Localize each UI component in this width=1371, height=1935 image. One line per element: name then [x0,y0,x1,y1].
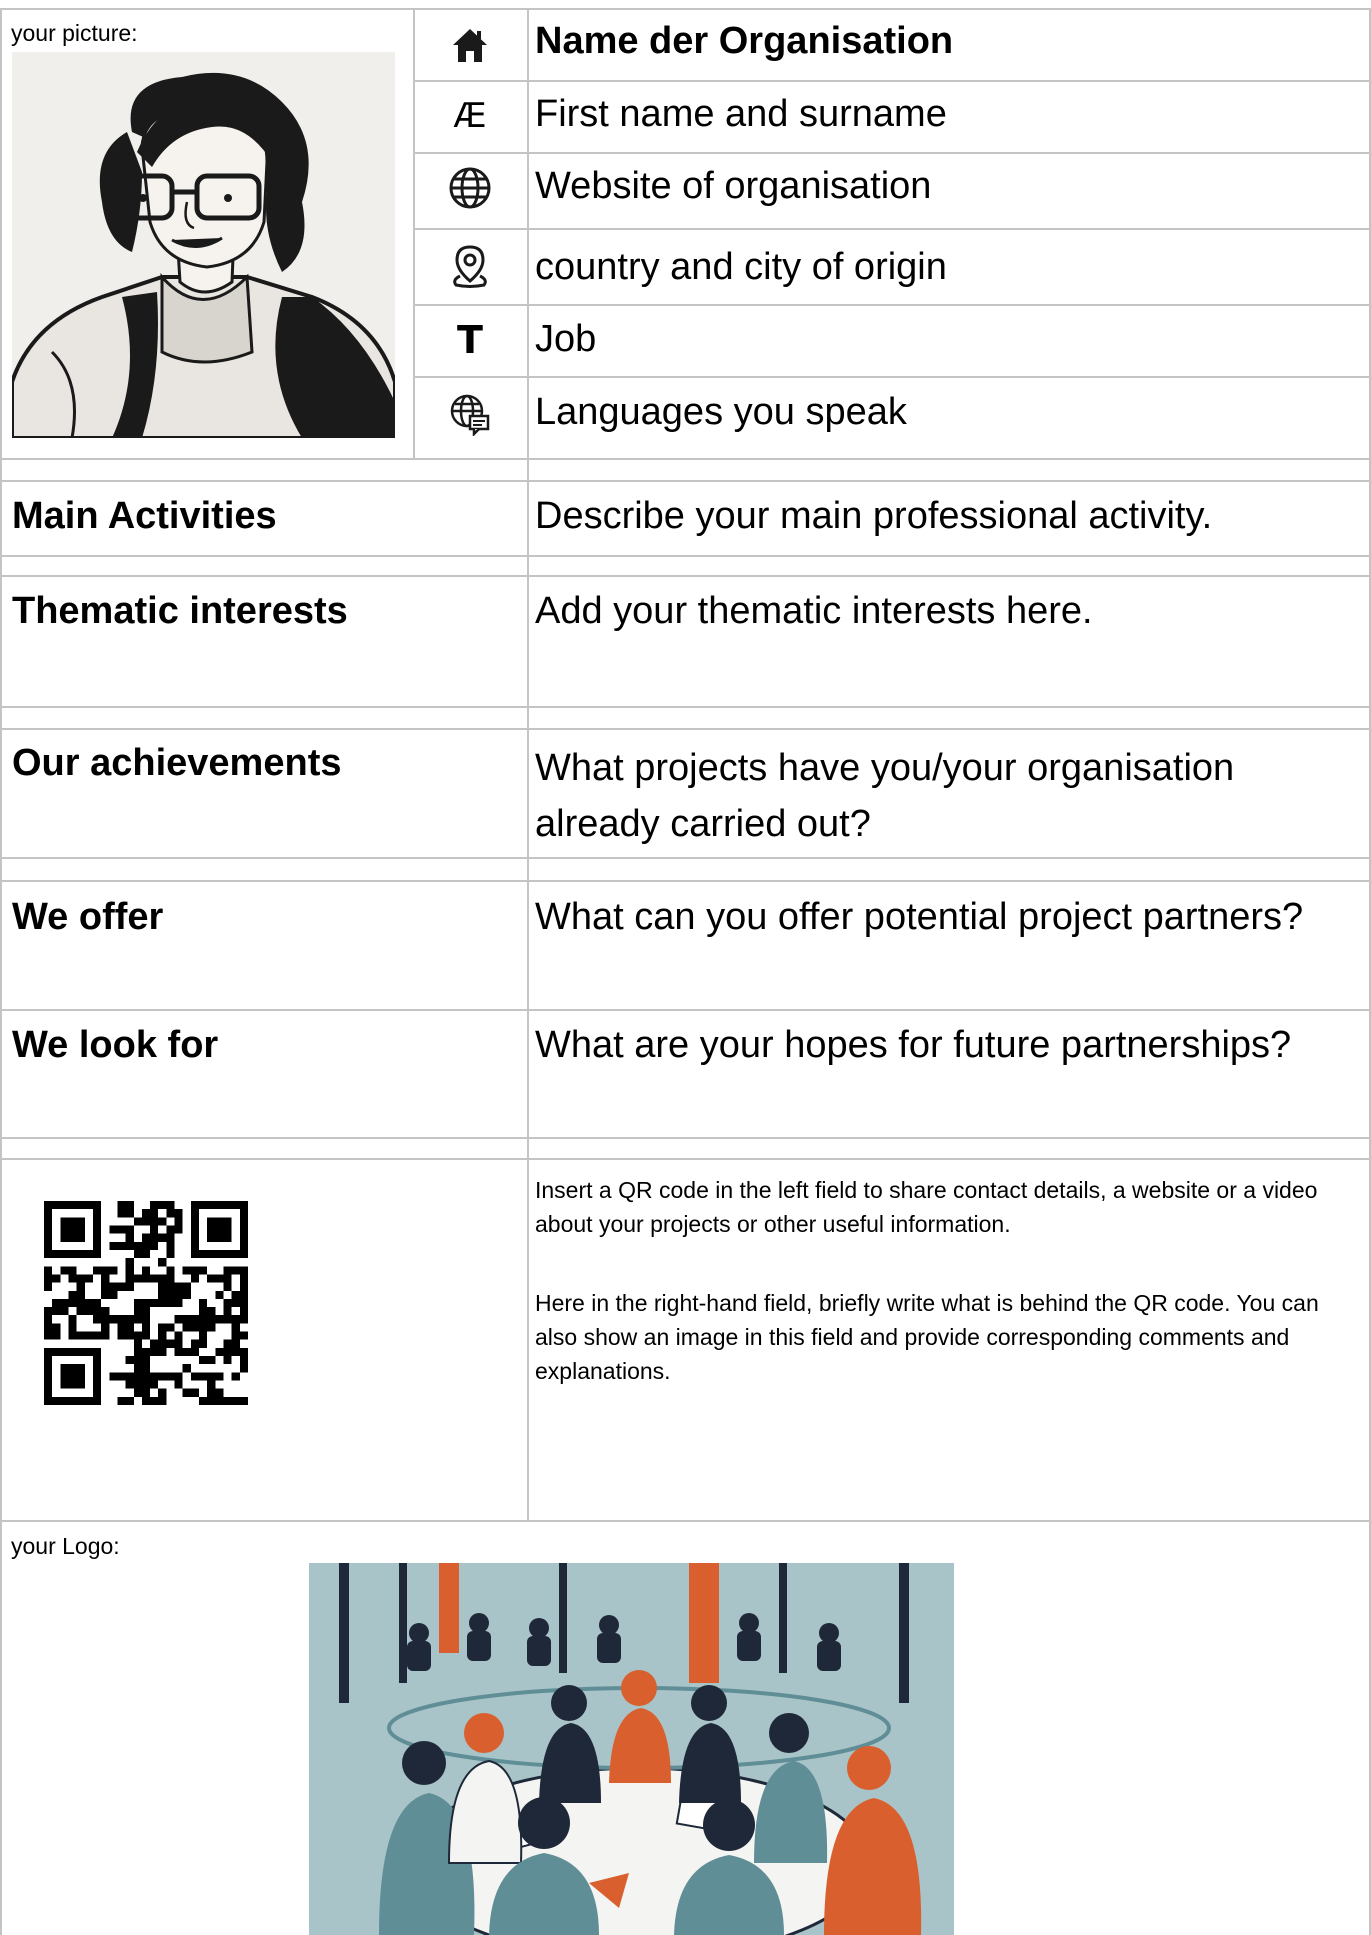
section-text-main-activities: Describe your main professional activity… [535,495,1213,537]
logo-image [309,1563,954,1935]
profile-picture [12,52,395,438]
languages: Languages you speak [535,391,907,433]
globe-chat-icon [440,389,500,439]
section-text-we-look-for: What are your hopes for future partnersh… [535,1024,1292,1066]
section-label-achievements: Our achievements [12,742,342,784]
job: Job [535,318,597,360]
location-pin-icon [440,241,500,291]
section-label-thematic-interests: Thematic interests [12,590,348,632]
ae-letter-icon: Æ [453,96,487,136]
qr-code [44,1201,248,1405]
qr-paragraph-2: Here in the right-hand field, briefly wr… [535,1290,1319,1384]
text-t-icon: T [457,318,483,362]
section-label-we-look-for: We look for [12,1024,219,1066]
section-text-we-offer: What can you offer potential project par… [535,896,1304,938]
house-icon [440,20,500,70]
section-label-we-offer: We offer [12,896,164,938]
full-name: First name and surname [535,93,947,135]
website: Website of organisation [535,165,932,207]
section-text-achievements: What projects have you/your organisation… [535,747,1235,845]
logo-label: your Logo: [11,1533,120,1559]
origin: country and city of origin [535,246,947,288]
picture-label: your picture: [11,20,138,46]
qr-paragraph-1: Insert a QR code in the left field to sh… [535,1177,1318,1237]
section-text-thematic-interests: Add your thematic interests here. [535,590,1093,632]
section-label-main-activities: Main Activities [12,495,277,537]
org-name: Name der Organisation [535,20,954,62]
globe-icon [440,163,500,213]
